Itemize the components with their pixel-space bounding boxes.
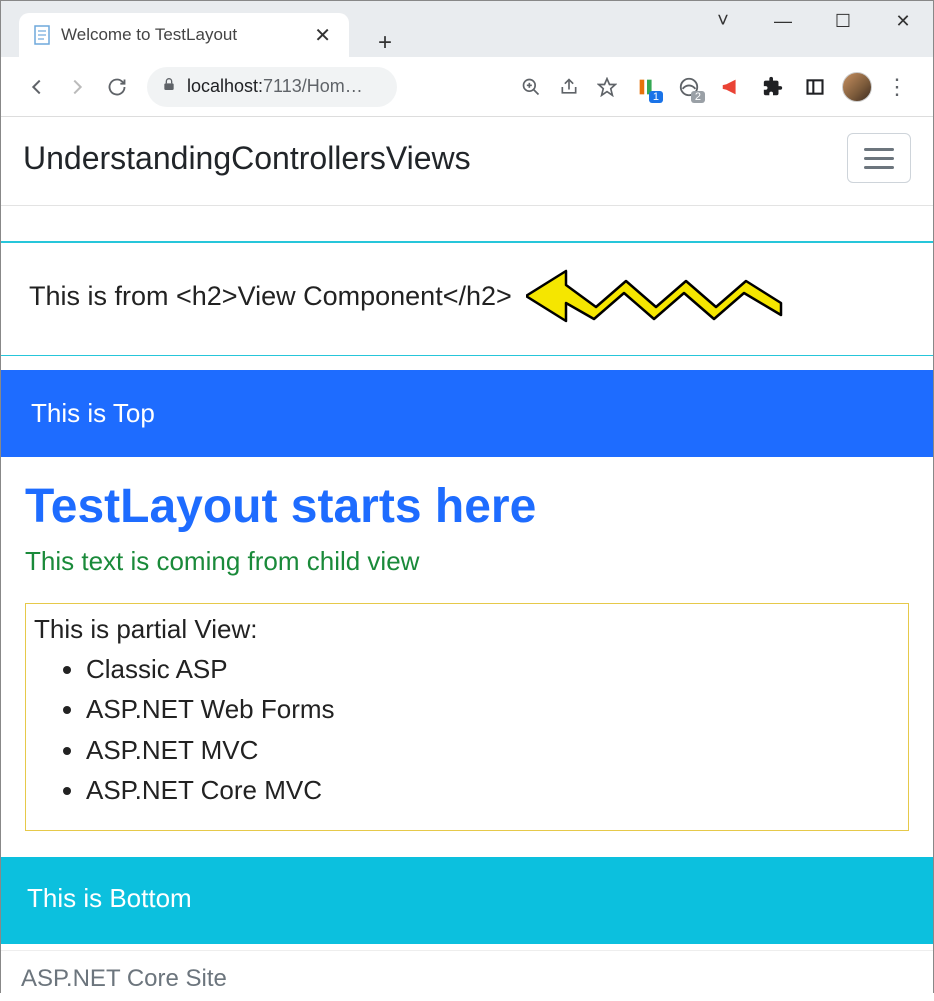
view-component-text: This is from <h2>View Component</h2> — [29, 281, 512, 312]
address-bar[interactable]: localhost:7113/Hom… — [147, 67, 397, 107]
partial-view-label: This is partial View: — [34, 614, 258, 644]
page-heading: TestLayout starts here — [25, 479, 909, 534]
url-path: 7113/Hom… — [263, 76, 363, 97]
extension-1-badge: 1 — [649, 91, 663, 103]
zigzag-arrow-icon — [526, 267, 786, 325]
new-tab-button[interactable]: + — [365, 29, 405, 57]
site-navbar: UnderstandingControllersViews — [1, 117, 933, 206]
site-brand[interactable]: UnderstandingControllersViews — [23, 140, 471, 177]
window-maximize-button[interactable]: ☐ — [813, 1, 873, 41]
extension-megaphone-icon[interactable] — [711, 67, 751, 107]
list-item: Classic ASP — [86, 649, 900, 689]
tab-strip: Welcome to TestLayout ✕ + — [1, 1, 405, 57]
zoom-icon[interactable] — [513, 69, 549, 105]
window-controls: ˅ — ☐ ✕ — [693, 1, 933, 41]
section-bottom: This is Bottom — [1, 857, 933, 944]
hamburger-icon — [864, 148, 894, 169]
sidepanel-icon[interactable] — [795, 67, 835, 107]
reload-button[interactable] — [99, 69, 135, 105]
forward-button[interactable] — [59, 69, 95, 105]
extensions-puzzle-icon[interactable] — [753, 67, 793, 107]
avatar-icon — [842, 72, 872, 102]
list-item: ASP.NET Web Forms — [86, 689, 900, 729]
section-top: This is Top — [1, 370, 933, 457]
extension-2-badge: 2 — [691, 91, 705, 103]
profile-avatar[interactable] — [837, 67, 877, 107]
browser-tab-active[interactable]: Welcome to TestLayout ✕ — [19, 13, 349, 57]
list-item: ASP.NET Core MVC — [86, 770, 900, 810]
browser-toolbar: localhost:7113/Hom… 1 2 ⋮ — [1, 57, 933, 117]
section-top-text: This is Top — [31, 398, 155, 428]
partial-view-box: This is partial View: Classic ASP ASP.NE… — [25, 603, 909, 831]
bookmark-star-icon[interactable] — [589, 69, 625, 105]
page-content: UnderstandingControllersViews This is fr… — [1, 117, 933, 1001]
main-section: TestLayout starts here This text is comi… — [1, 457, 933, 857]
tab-title: Welcome to TestLayout — [61, 25, 310, 45]
site-footer: ASP.NET Core Site — [1, 950, 933, 1001]
partial-view-list: Classic ASP ASP.NET Web Forms ASP.NET MV… — [34, 649, 900, 810]
window-minimize-button[interactable]: — — [753, 1, 813, 41]
url-host: localhost: — [187, 76, 263, 97]
toolbar-right: 1 2 ⋮ — [513, 67, 915, 107]
child-view-text: This text is coming from child view — [25, 546, 909, 577]
back-button[interactable] — [19, 69, 55, 105]
list-item: ASP.NET MVC — [86, 730, 900, 770]
navbar-toggle-button[interactable] — [847, 133, 911, 183]
footer-label: ASP.NET Core Site — [21, 965, 227, 992]
spacer — [1, 206, 933, 242]
share-icon[interactable] — [551, 69, 587, 105]
window-titlebar: Welcome to TestLayout ✕ + ˅ — ☐ ✕ — [1, 1, 933, 57]
tab-favicon-icon — [33, 25, 51, 45]
section-bottom-text: This is Bottom — [27, 883, 192, 913]
lock-icon — [161, 76, 177, 97]
window-dropdown-button[interactable]: ˅ — [693, 1, 753, 41]
extension-1-icon[interactable]: 1 — [627, 67, 667, 107]
browser-menu-button[interactable]: ⋮ — [879, 69, 915, 105]
extension-2-icon[interactable]: 2 — [669, 67, 709, 107]
window-close-button[interactable]: ✕ — [873, 1, 933, 41]
view-component-row: This is from <h2>View Component</h2> — [1, 242, 933, 356]
tab-close-button[interactable]: ✕ — [310, 23, 335, 48]
